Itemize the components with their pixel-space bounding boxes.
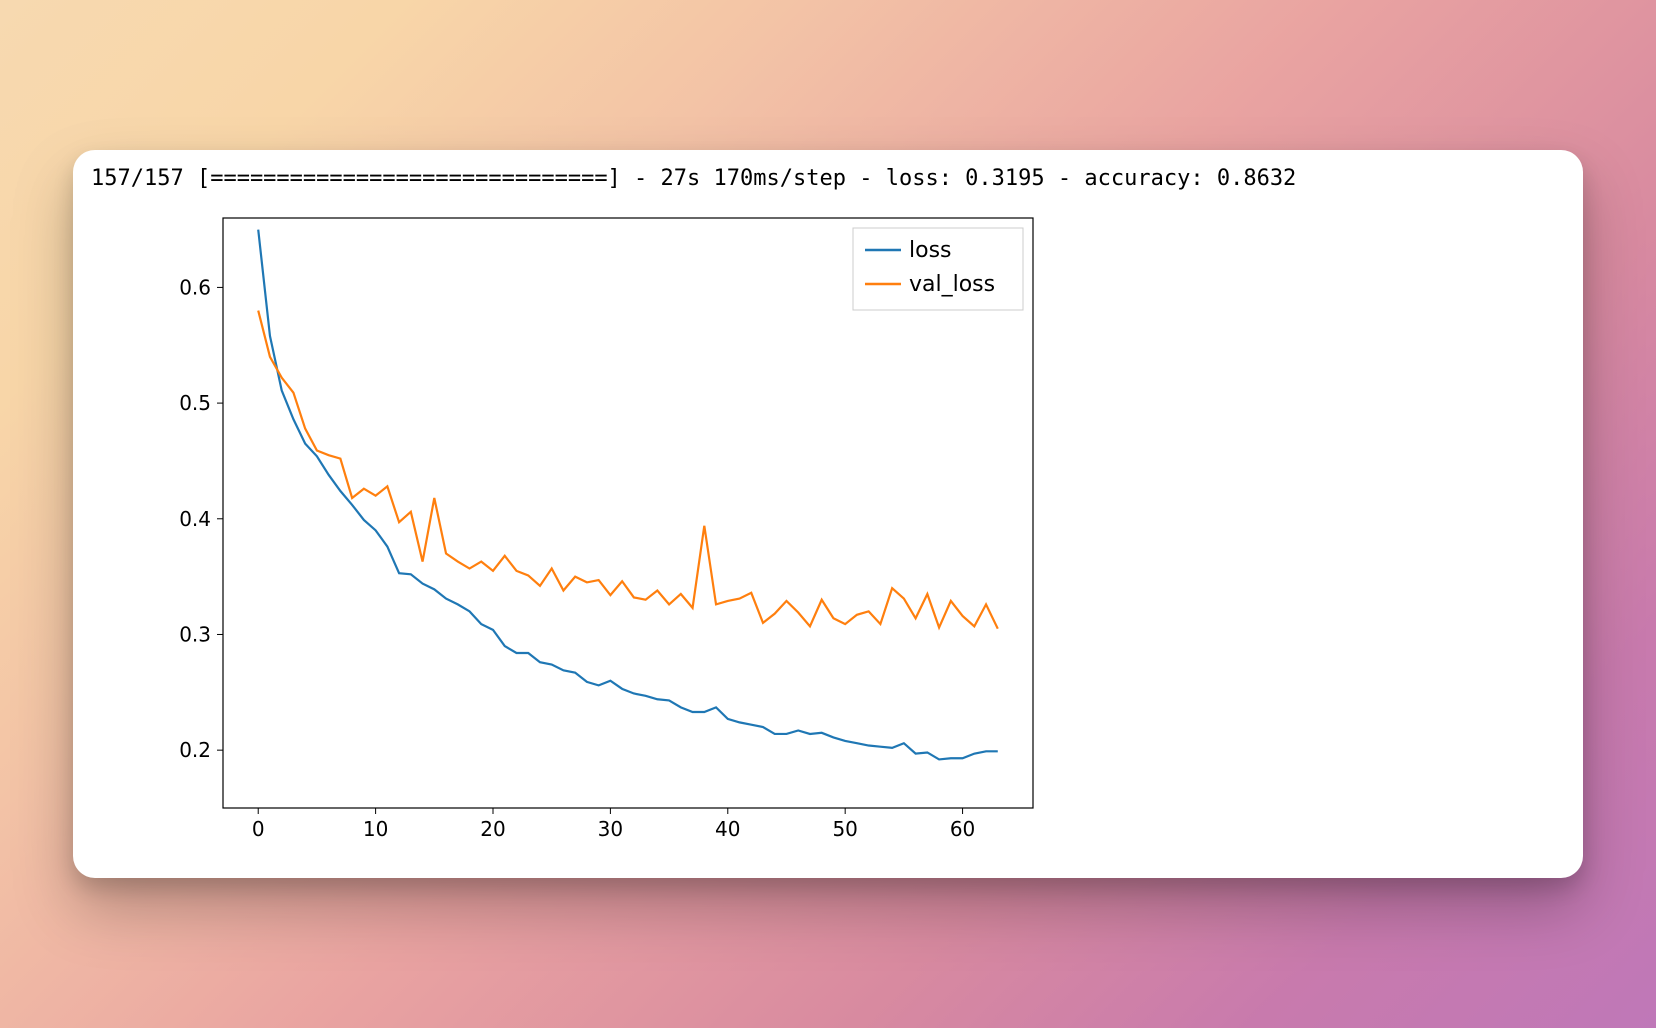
y-tick-label: 0.5	[179, 391, 211, 415]
x-tick-label: 40	[715, 817, 740, 841]
x-tick-label: 0	[252, 817, 265, 841]
x-tick-label: 20	[480, 817, 505, 841]
x-tick-label: 10	[363, 817, 388, 841]
output-card: 157/157 [==============================]…	[73, 150, 1583, 878]
y-tick-label: 0.2	[179, 738, 211, 762]
background-gradient: 157/157 [==============================]…	[0, 0, 1656, 1028]
loss-chart: 0 10 20 30 40 50 60 0.2 0.3 0.4 0.5 0.6 loss val_loss	[133, 200, 1053, 860]
training-status-line: 157/157 [==============================]…	[91, 166, 1296, 191]
y-tick-label: 0.6	[179, 275, 211, 299]
y-tick-label: 0.4	[179, 507, 211, 531]
legend-label-val_loss: val_loss	[909, 272, 995, 297]
x-tick-label: 60	[950, 817, 975, 841]
y-tick-label: 0.3	[179, 622, 211, 646]
x-tick-label: 50	[832, 817, 857, 841]
series-val_loss	[258, 311, 998, 629]
x-tick-label: 30	[598, 817, 623, 841]
chart-svg: 0 10 20 30 40 50 60 0.2 0.3 0.4 0.5 0.6 loss val_loss	[133, 200, 1053, 860]
legend-label-loss: loss	[909, 238, 952, 263]
